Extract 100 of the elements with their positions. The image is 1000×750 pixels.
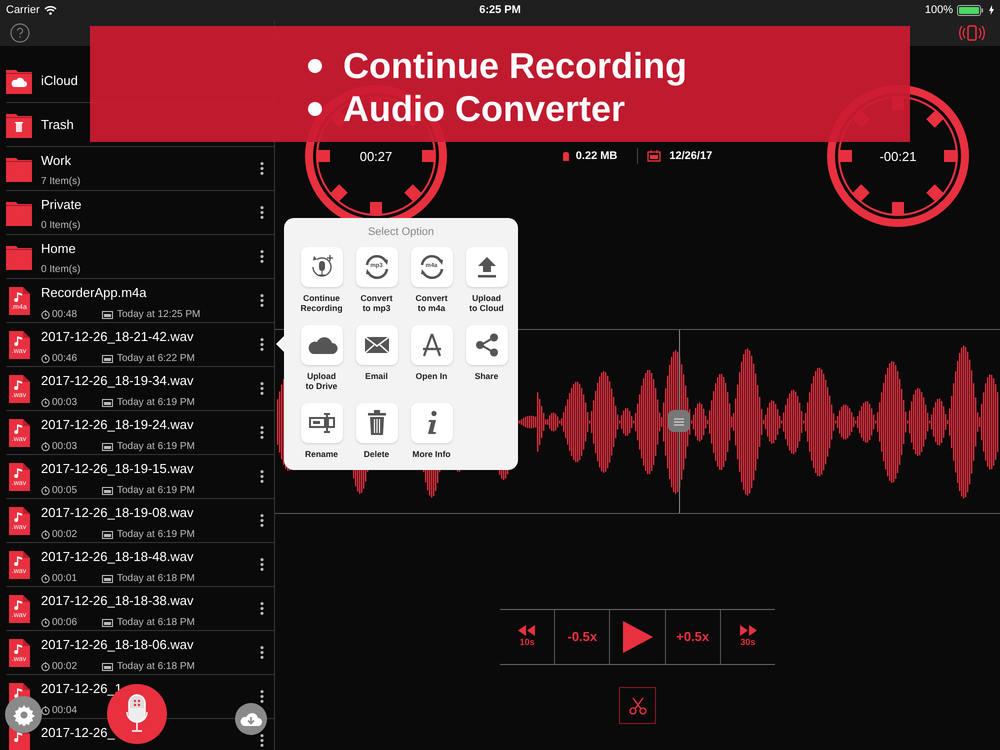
music-file-icon bbox=[6, 638, 32, 668]
more-icon[interactable] bbox=[260, 294, 264, 307]
file-name[interactable]: Work bbox=[41, 153, 72, 168]
bullet-icon bbox=[308, 58, 322, 72]
banner-text: Audio Converter bbox=[343, 87, 626, 130]
time-text: 6:25 PM bbox=[478, 2, 522, 18]
file-name[interactable]: Trash bbox=[41, 116, 74, 132]
wifi-icon bbox=[44, 5, 57, 15]
more-icon[interactable] bbox=[260, 602, 264, 615]
date-text: Today at 6:18 PM bbox=[117, 616, 195, 628]
calendar-icon bbox=[102, 662, 113, 671]
settings-button[interactable] bbox=[5, 696, 42, 733]
option-button[interactable]: Share bbox=[459, 324, 514, 400]
timer-icon bbox=[41, 398, 50, 407]
calendar-icon bbox=[102, 486, 113, 495]
more-icon[interactable] bbox=[260, 426, 264, 439]
file-name[interactable]: 2017-12-26_18-21-42.wav bbox=[41, 328, 194, 344]
file-name[interactable]: iCloud bbox=[41, 72, 78, 88]
calendar-icon bbox=[102, 398, 113, 407]
rewind-icon bbox=[518, 624, 536, 636]
duration-text: 00:02 bbox=[52, 660, 78, 672]
music-file-icon bbox=[6, 506, 32, 536]
date-text: Today at 6:19 PM bbox=[117, 484, 195, 496]
option-button[interactable]: Delete bbox=[349, 402, 404, 478]
option-button[interactable]: Rename bbox=[294, 402, 349, 478]
duration-text: 00:06 bbox=[52, 616, 78, 628]
music-file-icon bbox=[6, 374, 32, 404]
playhead-handle[interactable] bbox=[668, 410, 690, 432]
timer-icon bbox=[41, 618, 50, 627]
remaining-time: -00:21 bbox=[878, 148, 918, 166]
more-icon[interactable] bbox=[260, 338, 264, 351]
calendar-icon bbox=[102, 354, 113, 363]
play-icon bbox=[622, 621, 652, 653]
forward-button[interactable]: 30s bbox=[720, 610, 776, 664]
upload-icon bbox=[476, 254, 498, 278]
timer-icon bbox=[41, 310, 50, 319]
bullet-icon bbox=[308, 102, 322, 116]
option-button[interactable]: Email bbox=[349, 324, 404, 400]
calendar-icon bbox=[102, 574, 113, 583]
file-name[interactable]: Private bbox=[41, 197, 82, 212]
charging-icon bbox=[989, 5, 994, 15]
music-file-icon bbox=[6, 286, 32, 316]
music-file-icon bbox=[6, 330, 32, 360]
calendar-icon bbox=[102, 442, 113, 451]
battery-icon bbox=[957, 4, 985, 16]
file-name[interactable]: 2017-12-26_18-19-24.wav bbox=[41, 416, 194, 432]
calendar-icon bbox=[102, 310, 113, 319]
file-name[interactable]: 2017-12-26_ bbox=[41, 724, 115, 740]
more-icon[interactable] bbox=[260, 382, 264, 395]
option-button[interactable]: Upload to Drive bbox=[294, 324, 349, 400]
more-icon[interactable] bbox=[260, 690, 264, 703]
timer-icon bbox=[41, 530, 50, 539]
music-file-icon bbox=[6, 418, 32, 448]
file-name[interactable]: RecorderApp.m4a bbox=[41, 284, 146, 300]
date-text: Today at 6:22 PM bbox=[117, 352, 195, 364]
date-text: Today at 12:25 PM bbox=[117, 308, 200, 320]
file-name[interactable]: 2017-12-26_18-19-34.wav bbox=[41, 372, 194, 388]
item-count: 7 Item(s) bbox=[41, 176, 82, 188]
timer-icon bbox=[41, 486, 50, 495]
timer-icon bbox=[41, 662, 50, 671]
timer-icon bbox=[41, 442, 50, 451]
option-button[interactable]: Continue Recording bbox=[294, 246, 349, 322]
storage-icon bbox=[562, 151, 570, 161]
option-button[interactable]: More Info bbox=[404, 402, 459, 478]
file-name[interactable]: Home bbox=[41, 241, 76, 256]
duration-text: 00:05 bbox=[52, 484, 78, 496]
duration-text: 00:48 bbox=[52, 308, 78, 320]
option-button[interactable]: Open In bbox=[404, 324, 459, 400]
option-button[interactable]: Upload to Cloud bbox=[459, 246, 514, 322]
help-icon[interactable] bbox=[10, 23, 30, 43]
file-date: 12/26/17 bbox=[669, 148, 712, 164]
more-icon[interactable] bbox=[260, 514, 264, 527]
more-icon[interactable] bbox=[260, 646, 264, 659]
carrier-text: Carrier bbox=[6, 2, 40, 18]
more-icon[interactable] bbox=[260, 734, 264, 747]
cloud-download-button[interactable] bbox=[235, 703, 267, 735]
file-name[interactable]: 2017-12-26_18-18-38.wav bbox=[41, 592, 194, 608]
share-icon bbox=[474, 332, 498, 356]
speed-button[interactable]: +0.5x bbox=[664, 610, 720, 664]
more-icon[interactable] bbox=[260, 206, 264, 219]
file-name[interactable]: 2017-12-26_18-18-48.wav bbox=[41, 548, 194, 564]
more-icon[interactable] bbox=[260, 470, 264, 483]
file-name[interactable]: 2017-12-26_18-18-06.wav bbox=[41, 636, 194, 652]
speed-button[interactable]: -0.5x bbox=[554, 610, 610, 664]
rewind-button[interactable]: 10s bbox=[500, 610, 554, 664]
date-text: Today at 6:18 PM bbox=[117, 572, 195, 584]
more-icon[interactable] bbox=[260, 250, 264, 263]
file-name[interactable]: 2017-12-26_18-19-15.wav bbox=[41, 460, 194, 476]
music-file-icon bbox=[6, 550, 32, 580]
trim-button[interactable] bbox=[619, 687, 656, 724]
file-name[interactable]: 2017-12-26_1 bbox=[41, 680, 122, 696]
duration-text: 00:46 bbox=[52, 352, 78, 364]
duration-text: 00:04 bbox=[52, 704, 78, 716]
more-icon[interactable] bbox=[260, 162, 264, 175]
fast-forward-icon bbox=[738, 624, 757, 636]
more-icon[interactable] bbox=[260, 558, 264, 571]
vibrate-icon[interactable] bbox=[959, 25, 985, 41]
file-name[interactable]: 2017-12-26_18-19-08.wav bbox=[41, 504, 194, 520]
timer-icon bbox=[41, 706, 50, 715]
item-count: 0 Item(s) bbox=[41, 264, 82, 276]
